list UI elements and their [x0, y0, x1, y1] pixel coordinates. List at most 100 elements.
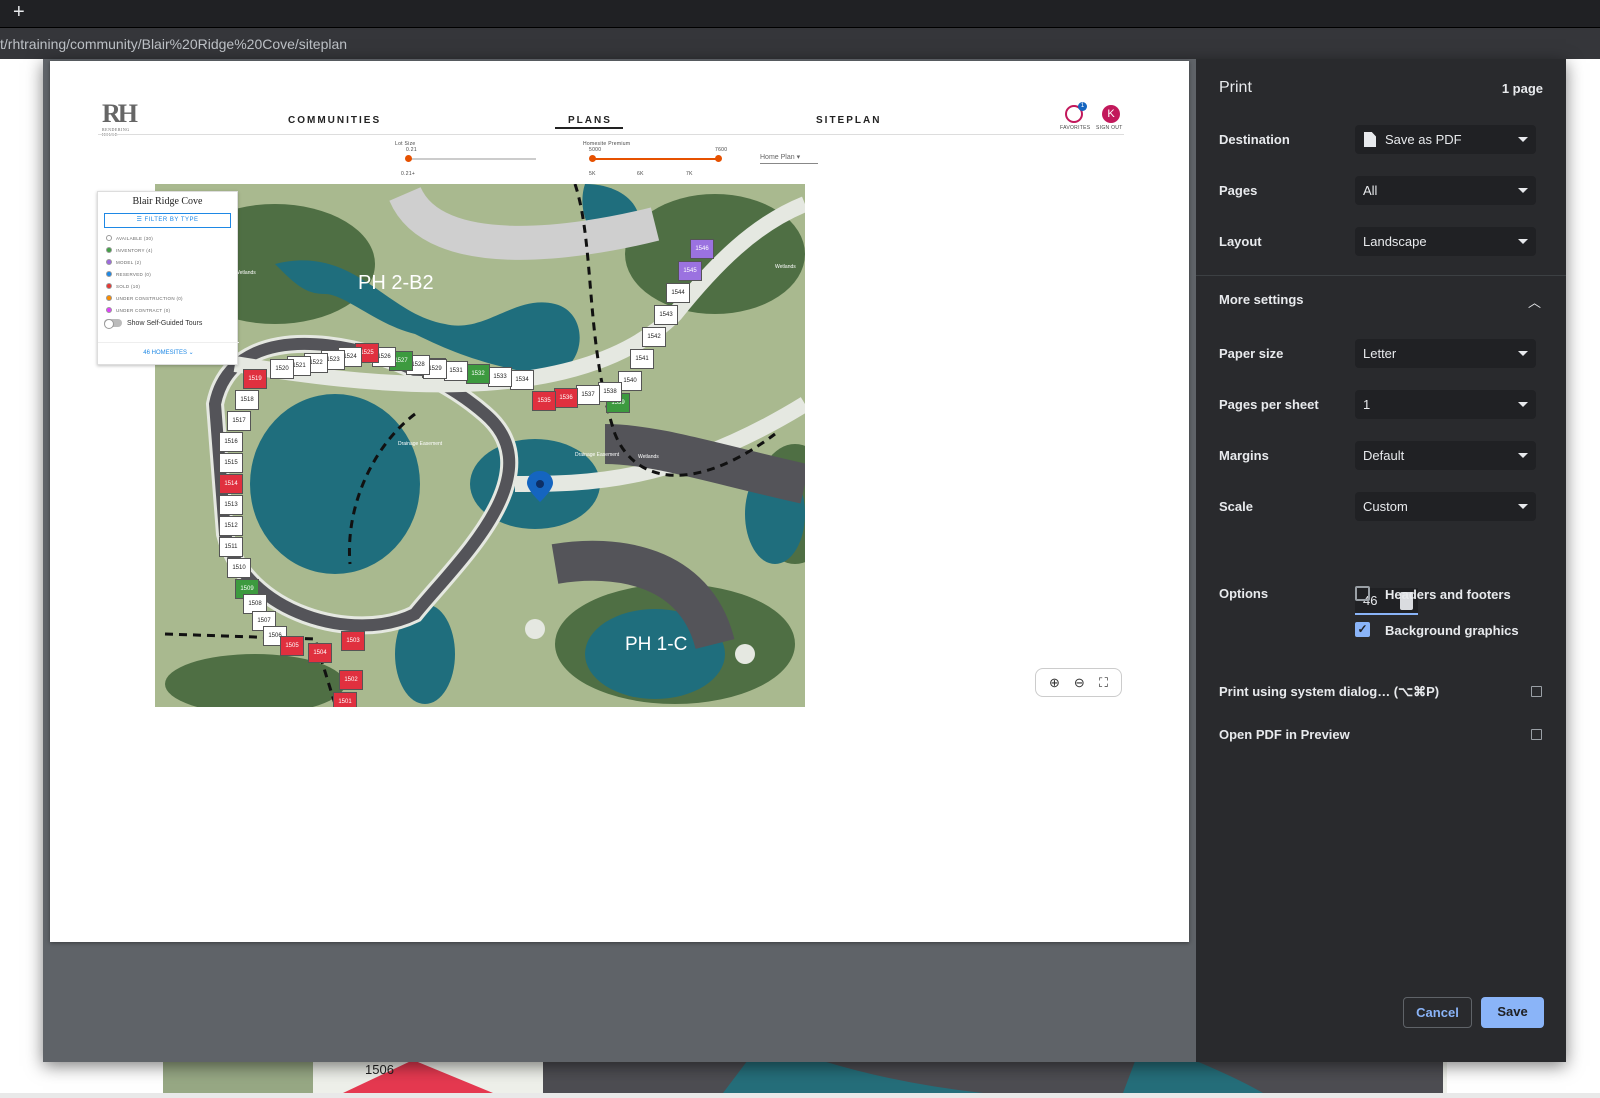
homesite-lot[interactable]: 1520 [270, 359, 294, 379]
premium-min-handle[interactable] [589, 155, 596, 162]
homesite-lot[interactable]: 1545 [678, 261, 702, 281]
home-plan-select[interactable]: Home Plan ▾ [760, 153, 818, 164]
layout-value: Landscape [1363, 234, 1427, 249]
nav-plans[interactable]: PLANS [568, 115, 612, 126]
cancel-button[interactable]: Cancel [1403, 997, 1472, 1028]
layout-select[interactable]: Landscape [1355, 227, 1536, 256]
homesite-lot[interactable]: 1538 [598, 382, 622, 402]
legend-item[interactable]: SOLD (10) [106, 280, 237, 292]
homesite-lot[interactable]: 1541 [630, 349, 654, 369]
homesite-lot[interactable]: 1503 [341, 631, 365, 651]
homesite-lot[interactable]: 1510 [227, 558, 251, 578]
margins-select[interactable]: Default [1355, 441, 1536, 470]
lot-size-handle[interactable] [405, 155, 412, 162]
siteplan-map[interactable]: 1546 1545 1544 1543 1542 1541 1540 1539 1538 1537… [155, 184, 805, 707]
save-button[interactable]: Save [1481, 997, 1544, 1028]
homesite-lot[interactable]: 1512 [219, 516, 243, 536]
legend-item[interactable]: RESERVED (0) [106, 268, 237, 280]
legend-item[interactable]: MODEL (2) [106, 256, 237, 268]
background-graphics-label[interactable]: Background graphics [1385, 623, 1519, 638]
pages-value: All [1363, 183, 1378, 198]
homesite-lot[interactable]: 1542 [642, 327, 666, 347]
premium-slider[interactable] [592, 158, 719, 160]
background-graphics-checkbox[interactable]: ✓ [1355, 622, 1370, 637]
section-divider [1196, 275, 1566, 276]
homesite-lot[interactable]: 1536 [554, 388, 578, 408]
legend-item[interactable]: UNDER CONSTRUCTION (0) [106, 292, 237, 304]
homesite-lot[interactable]: 1515 [219, 453, 243, 473]
legend-color-dot [106, 283, 112, 289]
homesite-lot[interactable]: 1514 [219, 474, 243, 494]
fullscreen-icon[interactable]: ⛶ [1099, 675, 1108, 691]
homesite-lot[interactable]: 1513 [219, 495, 243, 515]
legend-item[interactable]: INVENTORY (4) [106, 244, 237, 256]
pages-per-sheet-select[interactable]: 1 [1355, 390, 1536, 419]
paper-size-label: Paper size [1219, 346, 1284, 361]
homesites-count-dropdown[interactable]: 46 HOMESITES ⌄ [98, 342, 239, 356]
open-pdf-preview-link[interactable]: Open PDF in Preview [1219, 727, 1350, 742]
zoom-in-icon[interactable]: ⊕ [1049, 675, 1060, 691]
lot-size-min: 0.21+ [401, 171, 416, 177]
homesite-lot[interactable]: 1532 [466, 364, 490, 384]
toggle-switch[interactable] [104, 319, 122, 329]
margins-label: Margins [1219, 448, 1269, 463]
header-divider [98, 134, 1124, 135]
homesite-lot[interactable]: 1531 [444, 361, 468, 381]
headers-footers-label[interactable]: Headers and footers [1385, 587, 1511, 602]
more-settings-toggle[interactable]: More settings [1219, 292, 1304, 307]
legend-item[interactable]: UNDER CONTRACT (0) [106, 304, 237, 316]
print-settings-panel: Print 1 page Destination Save as PDF Pag… [1196, 59, 1566, 1062]
open-external-icon[interactable] [1531, 686, 1542, 697]
pages-select[interactable]: All [1355, 176, 1536, 205]
scale-select[interactable]: Custom [1355, 492, 1536, 521]
nav-siteplan[interactable]: SITEPLAN [816, 115, 881, 126]
headers-footers-checkbox[interactable] [1355, 586, 1370, 601]
homesite-lot[interactable]: 1501 [333, 692, 357, 707]
homesite-lot[interactable]: 1518 [235, 390, 259, 410]
zoom-out-icon[interactable]: ⊖ [1074, 675, 1085, 691]
legend-color-dot [106, 247, 112, 253]
homesite-lot[interactable]: 1511 [219, 537, 243, 557]
chevron-up-icon[interactable]: ︿ [1528, 292, 1541, 311]
homesite-lot[interactable]: 1535 [532, 391, 556, 411]
homesite-lot[interactable]: 1519 [243, 369, 267, 389]
address-bar[interactable]: t/rhtraining/community/Blair%20Ridge%20C… [0, 27, 1600, 59]
user-avatar[interactable]: K [1102, 105, 1120, 123]
homesite-lot[interactable]: 1544 [666, 283, 690, 303]
homesite-lot[interactable]: 1543 [654, 305, 678, 325]
sign-out-link[interactable]: SIGN OUT [1096, 125, 1123, 131]
legend-color-dot [106, 235, 112, 241]
homesite-lot[interactable]: 1546 [690, 239, 714, 259]
rendering-house-logo[interactable]: RH RENDERING HOUSE [102, 101, 138, 138]
filter-by-type-button[interactable]: ☰ FILTER BY TYPE [104, 213, 231, 228]
legend-color-dot [106, 271, 112, 277]
lot-size-slider[interactable] [408, 158, 536, 160]
destination-label: Destination [1219, 132, 1290, 147]
pages-per-sheet-value: 1 [1363, 397, 1371, 412]
open-external-icon[interactable] [1531, 729, 1542, 740]
url-text[interactable]: t/rhtraining/community/Blair%20Ridge%20C… [0, 36, 347, 52]
homesite-lot[interactable]: 1537 [576, 385, 600, 405]
scale-value: Custom [1363, 499, 1408, 514]
premium-tick: 6K [637, 171, 644, 177]
destination-select[interactable]: Save as PDF [1355, 125, 1536, 154]
premium-max-handle[interactable] [715, 155, 722, 162]
filter-by-type-label: FILTER BY TYPE [144, 217, 199, 223]
paper-size-select[interactable]: Letter [1355, 339, 1536, 368]
new-tab-button[interactable]: + [13, 1, 25, 23]
area-label: Wetlands [235, 270, 256, 276]
self-guided-tours-toggle[interactable]: Show Self-Guided Tours [104, 319, 237, 329]
homesite-lot[interactable]: 1534 [510, 370, 534, 390]
homesite-lot[interactable]: 1505 [280, 636, 304, 656]
options-label: Options [1219, 586, 1269, 601]
scale-label: Scale [1219, 499, 1253, 514]
homesite-lot[interactable]: 1533 [488, 367, 512, 387]
homesite-lot[interactable]: 1504 [308, 643, 332, 663]
nav-communities[interactable]: COMMUNITIES [288, 115, 381, 126]
homesite-lot[interactable]: 1516 [219, 432, 243, 452]
system-dialog-link[interactable]: Print using system dialog… (⌥⌘P) [1219, 684, 1439, 700]
homesite-lot[interactable]: 1502 [339, 670, 363, 690]
legend-item[interactable]: AVAILABLE (30) [106, 232, 237, 244]
background-lot-label: 1506 [365, 1062, 394, 1077]
homesite-lot[interactable]: 1517 [227, 411, 251, 431]
